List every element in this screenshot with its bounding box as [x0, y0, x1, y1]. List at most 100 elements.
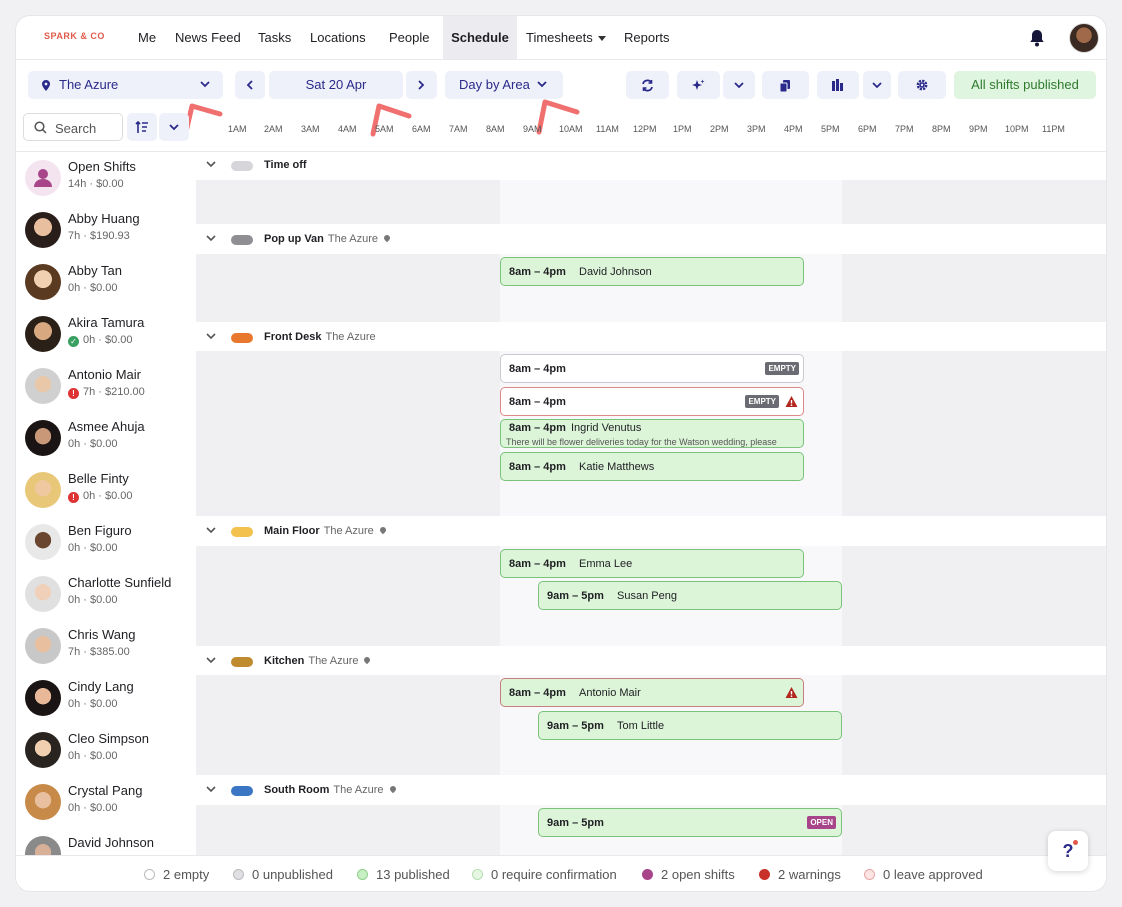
nav-timesheets[interactable]: Timesheets — [516, 16, 616, 59]
hour-label: 9PM — [969, 124, 988, 134]
list-item[interactable]: Akira Tamura ✓ 0h · $0.00 — [16, 312, 196, 364]
list-item[interactable]: Asmee Ahuja 0h · $0.00 — [16, 416, 196, 468]
shift-card[interactable]: 8am – 4pm Antonio Mair — [500, 678, 804, 707]
settings-button[interactable] — [898, 71, 946, 99]
search-input[interactable]: Search — [23, 113, 123, 141]
chevron-down-icon — [734, 82, 744, 89]
shift-card[interactable]: 8am – 4pm Emma Lee — [500, 549, 804, 578]
list-item[interactable]: Open Shifts 14h · $0.00 — [16, 156, 196, 208]
hour-label: 5AM — [375, 124, 394, 134]
sparkle-icon — [692, 79, 705, 90]
chevron-down-icon[interactable] — [206, 233, 216, 243]
bell-icon[interactable] — [1027, 28, 1047, 48]
legend-item[interactable]: 2 open shifts — [642, 867, 735, 882]
area-header-south-room[interactable]: South Room The Azure — [196, 777, 1106, 805]
list-item[interactable]: Chris Wang 7h · $385.00 — [16, 624, 196, 676]
shift-time: 8am – 4pm — [509, 558, 566, 570]
view-select[interactable]: Day by Area — [445, 71, 563, 99]
chevron-down-icon[interactable] — [206, 159, 216, 169]
shift-card[interactable]: 9am – 5pm Tom Little — [538, 711, 842, 740]
refresh-button[interactable] — [626, 71, 669, 99]
avatar — [25, 160, 61, 196]
person-meta: 0h · $0.00 — [68, 438, 118, 450]
shift-note: There will be flower deliveries today fo… — [506, 437, 777, 447]
nav-reports[interactable]: Reports — [614, 16, 680, 59]
person-name: Crystal Pang — [68, 783, 143, 798]
shift-card[interactable]: 8am – 4pm Ingrid Venutus There will be f… — [500, 419, 804, 448]
avatar — [25, 316, 61, 352]
nav-locations[interactable]: Locations — [300, 16, 376, 59]
stats-menu-button[interactable] — [863, 71, 891, 99]
area-color-pill — [231, 786, 253, 796]
list-item[interactable]: Abby Tan 0h · $0.00 — [16, 260, 196, 312]
help-button[interactable]: ? — [1048, 831, 1088, 871]
list-item[interactable]: Ben Figuro 0h · $0.00 — [16, 520, 196, 572]
avatar — [25, 784, 61, 820]
legend-item[interactable]: 0 leave approved — [864, 867, 983, 882]
chevron-down-icon[interactable] — [206, 525, 216, 535]
area-header-main-floor[interactable]: Main Floor The Azure — [196, 518, 1106, 546]
area-header-time-off[interactable]: Time off — [196, 152, 1106, 180]
list-item[interactable]: Cleo Simpson 0h · $0.00 — [16, 728, 196, 780]
avatar — [25, 628, 61, 664]
person-meta: 0h · $0.00 — [68, 698, 118, 710]
copy-button[interactable] — [762, 71, 809, 99]
stats-button[interactable] — [817, 71, 859, 99]
list-item[interactable]: Charlotte Sunfield 0h · $0.00 — [16, 572, 196, 624]
shift-card[interactable]: 9am – 5pm Susan Peng — [538, 581, 842, 610]
area-row-time-off — [196, 180, 1106, 224]
area-location: The Azure — [327, 233, 379, 245]
list-item[interactable]: Belle Finty ! 0h · $0.00 — [16, 468, 196, 520]
date-picker[interactable]: Sat 20 Apr — [269, 71, 403, 99]
user-avatar[interactable] — [1069, 23, 1099, 53]
legend-label: 13 published — [376, 867, 450, 882]
nav-news-feed[interactable]: News Feed — [165, 16, 251, 59]
list-item[interactable]: Crystal Pang 0h · $0.00 — [16, 780, 196, 832]
legend-item[interactable]: 2 empty — [144, 867, 209, 882]
shift-card[interactable]: 8am – 4pm David Johnson — [500, 257, 804, 286]
sort-button[interactable] — [127, 113, 157, 141]
publish-status-button[interactable]: All shifts published — [954, 71, 1096, 99]
person-meta: 0h · $0.00 — [68, 802, 118, 814]
warning-icon — [785, 396, 798, 407]
shift-card-empty[interactable]: 8am – 4pm EMPTY — [500, 354, 804, 383]
area-name: Front Desk The Azure — [264, 331, 376, 343]
area-header-pop-up-van[interactable]: Pop up Van The Azure — [196, 226, 1106, 254]
auto-schedule-menu-button[interactable] — [723, 71, 755, 99]
auto-schedule-button[interactable] — [677, 71, 720, 99]
chevron-down-icon[interactable] — [206, 331, 216, 341]
chevron-down-icon[interactable] — [206, 784, 216, 794]
area-header-kitchen[interactable]: Kitchen The Azure — [196, 648, 1106, 676]
sort-icon — [135, 121, 148, 133]
list-item[interactable]: Cindy Lang 0h · $0.00 — [16, 676, 196, 728]
shift-employee: Emma Lee — [579, 558, 633, 570]
check-icon: ✓ — [68, 336, 79, 347]
list-item[interactable]: David Johnson — [16, 832, 196, 856]
shift-card-empty[interactable]: 8am – 4pm EMPTY — [500, 387, 804, 416]
shift-card-open[interactable]: 9am – 5pm OPEN — [538, 808, 842, 837]
chevron-down-icon[interactable] — [206, 655, 216, 665]
empty-badge: EMPTY — [765, 362, 799, 375]
area-header-front-desk[interactable]: Front Desk The Azure — [196, 324, 1106, 352]
prev-day-button[interactable] — [235, 71, 265, 99]
legend-item[interactable]: 0 require confirmation — [472, 867, 617, 882]
shift-time: 8am – 4pm — [509, 422, 566, 434]
list-item[interactable]: Abby Huang 7h · $190.93 — [16, 208, 196, 260]
gear-icon — [916, 79, 928, 91]
list-item[interactable]: Antonio Mair ! 7h · $210.00 — [16, 364, 196, 416]
area-name-text: South Room — [264, 784, 330, 796]
location-select[interactable]: The Azure — [28, 71, 223, 99]
shift-card[interactable]: 8am – 4pm Katie Matthews — [500, 452, 804, 481]
nav-schedule[interactable]: Schedule — [443, 16, 517, 59]
nav-people[interactable]: People — [379, 16, 439, 59]
sort-menu-button[interactable] — [159, 113, 189, 141]
legend-item[interactable]: 2 warnings — [759, 867, 841, 882]
nav-tasks[interactable]: Tasks — [248, 16, 301, 59]
nav-me[interactable]: Me — [128, 16, 166, 59]
next-day-button[interactable] — [406, 71, 437, 99]
legend-item[interactable]: 0 unpublished — [233, 867, 333, 882]
legend-item[interactable]: 13 published — [357, 867, 450, 882]
chevron-down-icon — [537, 81, 547, 88]
brand-logo[interactable]: SPARK & CO — [44, 31, 105, 41]
legend-dot — [233, 869, 244, 880]
